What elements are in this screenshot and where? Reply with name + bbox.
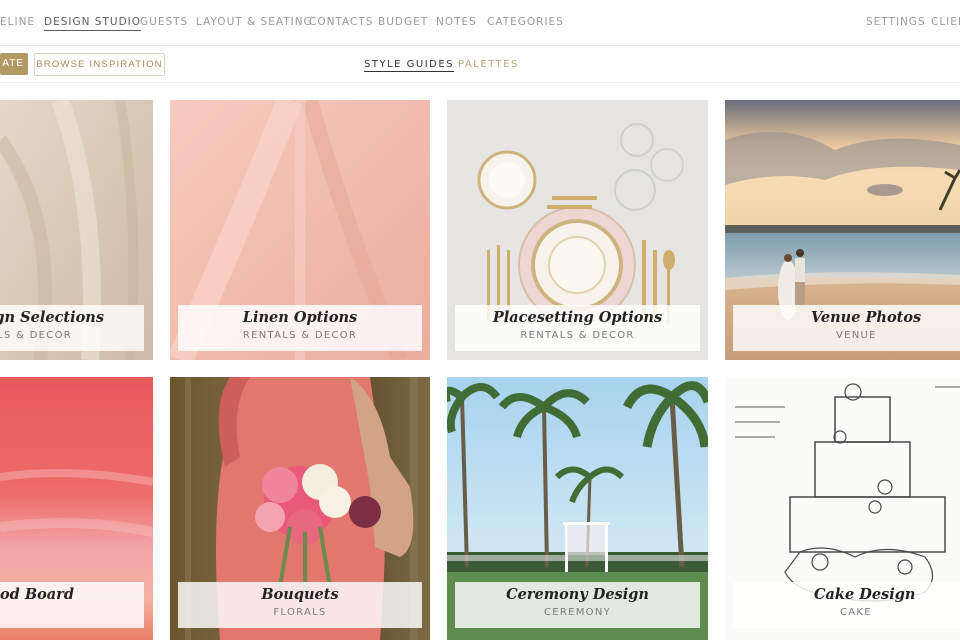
card-label: sign Selections TALS & DECOR — [0, 305, 144, 351]
card-ceremony-design[interactable]: Ceremony Design CEREMONY — [447, 377, 708, 640]
nav-notes[interactable]: NOTES — [436, 16, 477, 28]
card-bouquets[interactable]: Bouquets FLORALS — [170, 377, 430, 640]
nav-categories[interactable]: CATEGORIES — [487, 16, 564, 28]
card-label: Ceremony Design CEREMONY — [455, 582, 700, 628]
card-venue-photos[interactable]: Venue Photos VENUE — [725, 100, 960, 360]
card-title: Cake Design — [814, 586, 916, 603]
card-category: CAKE — [840, 607, 872, 618]
card-label: Placesetting Options RENTALS & DECOR — [455, 305, 700, 351]
card-label: od Board — [0, 582, 144, 628]
card-category: RENTALS & DECOR — [242, 330, 358, 341]
nav-budget[interactable]: BUDGET — [378, 16, 428, 28]
nav-guests[interactable]: GUESTS — [140, 16, 188, 28]
card-title: od Board — [0, 586, 74, 603]
card-category: RENTALS & DECOR — [520, 330, 635, 341]
nav-settings[interactable]: SETTINGS — [866, 16, 926, 28]
card-title: Placesetting Options — [492, 309, 663, 326]
card-category: CEREMONY — [543, 607, 612, 618]
card-title: Linen Options — [242, 309, 358, 326]
card-linen-options[interactable]: Linen Options RENTALS & DECOR — [170, 100, 430, 360]
nav-client[interactable]: CLIEN — [931, 16, 960, 28]
tab-style-guides[interactable]: STYLE GUIDES — [364, 59, 455, 72]
card-title: Bouquets — [261, 586, 339, 603]
nav-timeline[interactable]: ELINE — [0, 16, 35, 28]
card-placesetting-options[interactable]: Placesetting Options RENTALS & DECOR — [447, 100, 708, 360]
card-title: Venue Photos — [811, 309, 922, 326]
card-category: TALS & DECOR — [0, 330, 72, 341]
create-button[interactable]: ATE — [0, 53, 28, 75]
nav-design-studio[interactable]: DESIGN STUDIO — [44, 16, 142, 31]
top-nav: ELINE DESIGN STUDIO GUESTS LAYOUT & SEAT… — [0, 0, 960, 46]
nav-contacts[interactable]: CONTACTS — [309, 16, 373, 28]
browse-inspiration-button[interactable]: BROWSE INSPIRATION — [34, 53, 165, 76]
card-title: Ceremony Design — [506, 586, 649, 603]
nav-layout-seating[interactable]: LAYOUT & SEATING — [196, 16, 313, 28]
tab-palettes[interactable]: PALETTES — [458, 59, 519, 70]
card-category: FLORALS — [273, 607, 327, 618]
card-label: Cake Design CAKE — [733, 582, 960, 628]
card-category: VENUE — [836, 330, 877, 341]
card-label: Bouquets FLORALS — [178, 582, 422, 628]
card-title: sign Selections — [0, 309, 104, 326]
design-toolbar: ATE BROWSE INSPIRATION STYLE GUIDES PALE… — [0, 47, 960, 83]
card-cake-design[interactable]: Cake Design CAKE — [725, 377, 960, 640]
card-label: Linen Options RENTALS & DECOR — [178, 305, 422, 351]
card-design-selections[interactable]: sign Selections TALS & DECOR — [0, 100, 153, 360]
card-mood-board[interactable]: od Board — [0, 377, 153, 640]
card-label: Venue Photos VENUE — [733, 305, 960, 351]
